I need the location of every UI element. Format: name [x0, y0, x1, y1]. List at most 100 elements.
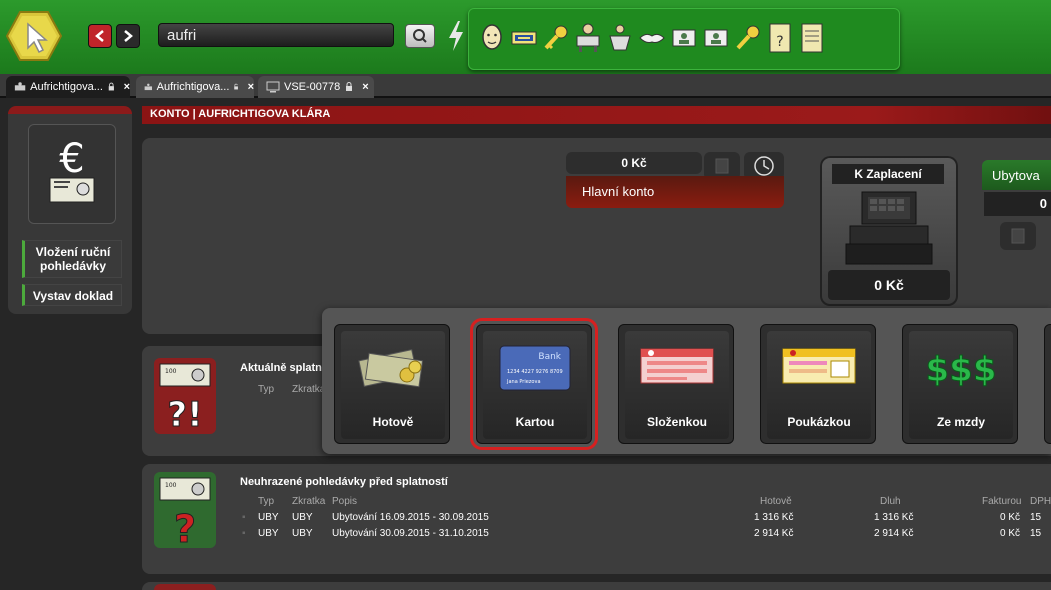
- cell-type: UBY: [258, 512, 279, 523]
- overdue-banknote-icon: 100 ?!: [159, 363, 211, 436]
- tab-account[interactable]: Aufrichtigova... ×: [6, 76, 130, 98]
- svg-text:?: ?: [776, 34, 783, 50]
- account-tile[interactable]: €: [28, 124, 116, 224]
- svg-text:?: ?: [174, 507, 196, 548]
- search-input[interactable]: [158, 23, 394, 47]
- add-manual-claim-button[interactable]: Vložení ruční pohledávky: [22, 240, 122, 278]
- pay-card-button[interactable]: Bank 1234 4227 9276 8709 Jana Priezova K…: [470, 318, 598, 450]
- tab-person[interactable]: Aufrichtigova... ×: [136, 76, 254, 98]
- lock-icon: [346, 82, 353, 91]
- reception-icon: [144, 83, 153, 91]
- cell-invoice: 0 Kč: [1000, 512, 1021, 523]
- voucher-icon: [782, 348, 856, 384]
- svg-text:$$$: $$$: [926, 350, 997, 390]
- to-pay-tile[interactable]: K Zaplacení 0 Kč: [820, 156, 958, 306]
- cell-vat: 15: [1030, 512, 1042, 523]
- col-abbr: Zkratka: [292, 496, 326, 507]
- tab-document[interactable]: VSE-00778 ×: [258, 76, 374, 98]
- main-account-label[interactable]: Hlavní konto: [566, 176, 784, 208]
- tab-label: VSE-00778: [284, 81, 341, 93]
- search-icon: [413, 29, 427, 43]
- chevron-right-icon: [124, 30, 133, 42]
- cell-debt: 1 316 Kč: [874, 512, 914, 523]
- cash-register-icon: [845, 191, 933, 265]
- help-document-icon[interactable]: ?: [766, 22, 794, 54]
- monitor-user-alt-icon[interactable]: [702, 22, 730, 54]
- cash-icon: [358, 349, 424, 388]
- cell-abbr: UBY: [292, 528, 313, 539]
- pay-voucher-button[interactable]: Poukázkou: [760, 324, 876, 444]
- table-row[interactable]: ▪ UBY UBY Ubytování 30.09.2015 - 31.10.2…: [240, 528, 1051, 540]
- svg-text:€: €: [59, 136, 84, 182]
- register-icon: [1011, 228, 1025, 244]
- col-invoice: Fakturou: [982, 496, 1022, 507]
- pay-salary-button[interactable]: $$$ Ze mzdy: [902, 324, 1018, 444]
- company-icon[interactable]: [510, 22, 538, 54]
- cell-vat: 15: [1030, 528, 1042, 539]
- to-pay-amount: 0 Kč: [828, 270, 950, 300]
- monitor-user-icon[interactable]: [670, 22, 698, 54]
- accommodation-account[interactable]: Ubytova: [982, 160, 1051, 190]
- unpaid-claims-icon: 100 ?: [154, 472, 216, 552]
- desk-icon: [14, 82, 26, 91]
- pay-postal-slip-button[interactable]: Složenkou: [618, 324, 734, 444]
- col-abbr: Zkratka: [292, 384, 326, 395]
- back-button[interactable]: [88, 24, 112, 48]
- page-title: KONTO | AUFRICHTIGOVA KLÁRA: [142, 106, 1051, 124]
- home-logo-icon[interactable]: [6, 10, 62, 62]
- unlock-icon: [234, 83, 239, 90]
- pay-cash-label: Hotově: [372, 415, 414, 429]
- cell-cash: 2 914 Kč: [754, 528, 794, 539]
- pay-cash-button[interactable]: Hotově: [334, 324, 450, 444]
- pay-card-label: Kartou: [515, 415, 555, 429]
- key-icon[interactable]: [542, 22, 570, 54]
- left-action-panel: € Vložení ruční pohledávky Vystav doklad: [8, 106, 132, 314]
- svg-text:1234 4227 9276 8709: 1234 4227 9276 8709: [507, 369, 563, 375]
- to-pay-label: K Zaplacení: [832, 164, 944, 184]
- banknote-question-icon: 100 ?: [159, 477, 211, 552]
- due-claims-icon: 100 ?!: [154, 358, 216, 436]
- person-icon[interactable]: [478, 22, 506, 54]
- col-type: Typ: [258, 384, 275, 395]
- col-type: Typ: [258, 496, 275, 507]
- lightning-icon[interactable]: [446, 20, 466, 52]
- cell-type: UBY: [258, 528, 279, 539]
- cell-desc: Ubytování 30.09.2015 - 31.10.2015: [332, 528, 489, 539]
- desk-icon[interactable]: [574, 22, 602, 54]
- close-tab-icon[interactable]: ×: [124, 81, 130, 93]
- close-tab-icon[interactable]: ×: [248, 81, 254, 93]
- accommodation-amount: 0: [984, 192, 1051, 216]
- balance-display: 0 Kč: [566, 152, 702, 174]
- document-icon[interactable]: [798, 22, 826, 54]
- pay-more-button[interactable]: [1044, 324, 1051, 444]
- pay-salary-label: Ze mzdy: [936, 415, 985, 429]
- monitor-icon: [266, 81, 280, 93]
- forward-button[interactable]: [116, 24, 140, 48]
- close-tab-icon[interactable]: ×: [362, 81, 368, 93]
- cell-invoice: 0 Kč: [1000, 528, 1021, 539]
- table-row[interactable]: ▪ UBY UBY Ubytování 16.09.2015 - 30.09.2…: [240, 512, 1051, 524]
- reception-icon[interactable]: [606, 22, 634, 54]
- tab-label: Aufrichtigova...: [156, 81, 230, 93]
- euro-account-icon: €: [49, 136, 95, 203]
- cell-desc: Ubytování 16.09.2015 - 30.09.2015: [332, 512, 489, 523]
- handshake-icon[interactable]: [638, 22, 666, 54]
- card-icon: Bank 1234 4227 9276 8709 Jana Priezova: [499, 345, 571, 391]
- pay-voucher-label: Poukázkou: [787, 415, 851, 429]
- postal-slip-icon: [640, 348, 714, 384]
- salary-icon: $$$: [925, 350, 997, 391]
- pay-postal-slip-label: Složenkou: [646, 415, 707, 429]
- next-section-icon: [154, 584, 216, 590]
- issue-document-button[interactable]: Vystav doklad: [22, 284, 122, 306]
- cell-abbr: UBY: [292, 512, 313, 523]
- tab-label: Aufrichtigova...: [30, 81, 103, 93]
- key-alt-icon[interactable]: [734, 22, 762, 54]
- svg-text:100: 100: [165, 482, 177, 489]
- accommodation-register-button[interactable]: [1000, 222, 1036, 250]
- col-debt: Dluh: [880, 496, 901, 507]
- svg-text:Jana Priezova: Jana Priezova: [506, 379, 541, 385]
- top-toolbar: ?: [0, 0, 1051, 74]
- col-cash: Hotově: [760, 496, 792, 507]
- search-button[interactable]: [405, 24, 435, 48]
- quick-access-bar: ?: [468, 8, 900, 70]
